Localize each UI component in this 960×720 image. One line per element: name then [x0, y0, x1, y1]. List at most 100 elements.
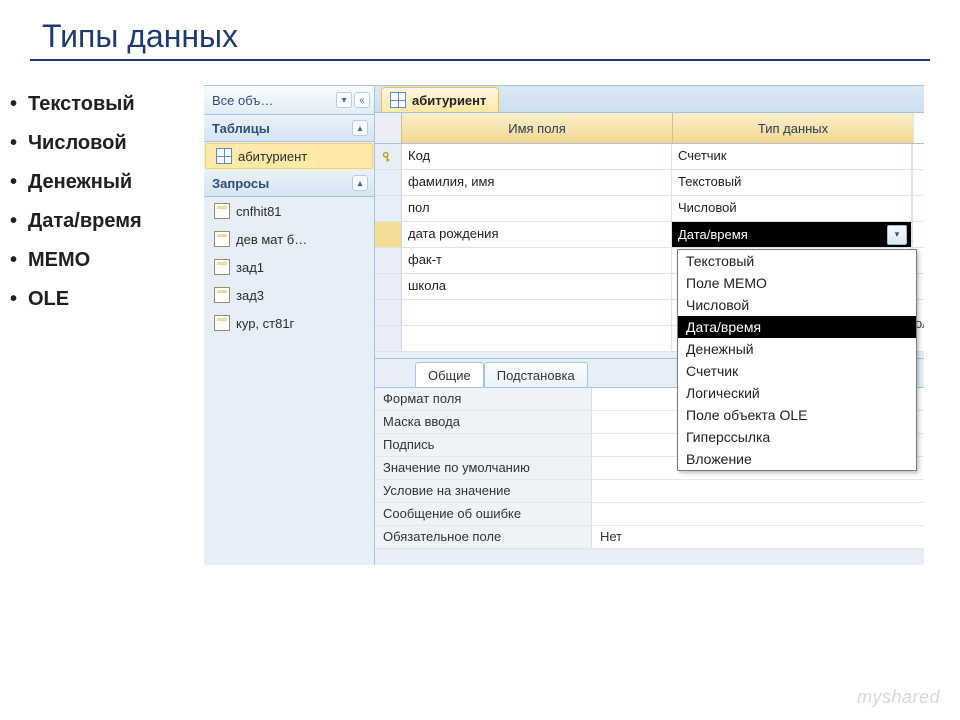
chevron-up-icon[interactable]: ▴	[352, 175, 368, 191]
nav-query-label: зад3	[236, 288, 264, 303]
row-gutter-header	[375, 113, 402, 143]
query-icon	[214, 203, 230, 219]
property-label: Условие на значение	[375, 480, 592, 502]
bullet-item: Дата/время	[28, 202, 204, 241]
property-label: Маска ввода	[375, 411, 592, 433]
property-value[interactable]	[592, 503, 924, 525]
title-divider	[30, 59, 930, 61]
bullet-item: Числовой	[28, 124, 204, 163]
primary-key-icon	[382, 151, 394, 163]
table-icon	[390, 92, 406, 108]
field-name-cell[interactable]: школа	[402, 274, 672, 299]
field-row[interactable]: пол Числовой	[375, 196, 924, 222]
nav-category-selector[interactable]: Все объ… ▾ «	[204, 86, 374, 115]
nav-category-label: Все объ…	[212, 93, 334, 108]
data-type-cell[interactable]: Числовой	[672, 196, 912, 221]
dropdown-item[interactable]: Логический	[678, 382, 916, 404]
row-selector[interactable]	[375, 222, 402, 247]
dropdown-item[interactable]: Текстовый	[678, 250, 916, 272]
query-icon	[214, 231, 230, 247]
dropdown-button[interactable]: ▾	[887, 225, 907, 245]
row-selector[interactable]	[375, 170, 402, 195]
row-selector[interactable]	[375, 300, 402, 325]
bullet-item: Денежный	[28, 163, 204, 202]
slide-title: Типы данных	[0, 0, 960, 59]
watermark: myshared	[857, 687, 940, 708]
bullet-item: MEMO	[28, 241, 204, 280]
row-selector[interactable]	[375, 196, 402, 221]
dropdown-item-selected[interactable]: Дата/время	[678, 316, 916, 338]
property-label: Обязательное поле	[375, 526, 592, 548]
dropdown-item[interactable]: Счетчик	[678, 360, 916, 382]
table-icon	[216, 148, 232, 164]
field-name-cell[interactable]	[402, 300, 672, 325]
dropdown-item[interactable]: Поле МЕМО	[678, 272, 916, 294]
field-row[interactable]: фамилия, имя Текстовый	[375, 170, 924, 196]
property-value[interactable]: Нет	[592, 526, 924, 548]
nav-query-label: дев мат б…	[236, 232, 307, 247]
nav-query-item[interactable]: зад3	[204, 281, 374, 309]
property-label: Сообщение об ошибке	[375, 503, 592, 525]
dropdown-item[interactable]: Вложение	[678, 448, 916, 470]
field-name-cell[interactable]: пол	[402, 196, 672, 221]
navigation-pane: Все объ… ▾ « Таблицы ▴ абитуриент Запрос…	[204, 86, 375, 565]
property-value[interactable]	[592, 480, 924, 502]
data-type-cell[interactable]: Текстовый	[672, 170, 912, 195]
data-type-selected-value: Дата/время	[678, 227, 748, 242]
bullet-item: OLE	[28, 280, 204, 319]
dropdown-item[interactable]: Числовой	[678, 294, 916, 316]
bullet-list: Текстовый Числовой Денежный Дата/время M…	[0, 85, 204, 319]
document-tab[interactable]: абитуриент	[381, 87, 499, 112]
property-tab-general[interactable]: Общие	[415, 362, 484, 387]
property-label: Формат поля	[375, 388, 592, 410]
field-name-cell[interactable]: дата рождения	[402, 222, 672, 247]
nav-table-item[interactable]: абитуриент	[205, 143, 373, 169]
nav-query-label: кур, ст81г	[236, 316, 294, 331]
property-label: Подпись	[375, 434, 592, 456]
nav-query-item[interactable]: зад1	[204, 253, 374, 281]
nav-query-label: зад1	[236, 260, 264, 275]
data-type-cell[interactable]: Дата/время ▾	[672, 222, 912, 247]
nav-query-item[interactable]: дев мат б…	[204, 225, 374, 253]
field-row-selected[interactable]: дата рождения Дата/время ▾	[375, 222, 924, 248]
column-header-field-name[interactable]: Имя поля	[402, 113, 673, 143]
property-row[interactable]: Сообщение об ошибке	[375, 503, 924, 526]
property-label: Значение по умолчанию	[375, 457, 592, 479]
field-name-cell[interactable]: фак-т	[402, 248, 672, 273]
row-selector[interactable]	[375, 274, 402, 299]
query-icon	[214, 287, 230, 303]
nav-section-tables[interactable]: Таблицы ▴	[204, 115, 374, 142]
dropdown-item[interactable]: Денежный	[678, 338, 916, 360]
row-selector[interactable]	[375, 144, 402, 169]
nav-query-item[interactable]: кур, ст81г	[204, 309, 374, 337]
field-name-cell[interactable]	[402, 326, 672, 351]
column-header-data-type[interactable]: Тип данных	[673, 113, 913, 143]
dropdown-item[interactable]: Поле объекта OLE	[678, 404, 916, 426]
dropdown-item[interactable]: Гиперссылка	[678, 426, 916, 448]
chevron-down-icon[interactable]: ▾	[336, 92, 352, 108]
chevron-up-icon[interactable]: ▴	[352, 120, 368, 136]
collapse-pane-icon[interactable]: «	[354, 92, 370, 108]
field-name-cell[interactable]: Код	[402, 144, 672, 169]
query-icon	[214, 259, 230, 275]
query-icon	[214, 315, 230, 331]
document-tab-row: абитуриент	[375, 86, 924, 113]
property-row[interactable]: Обязательное поле Нет	[375, 526, 924, 549]
document-tab-label: абитуриент	[412, 93, 486, 108]
nav-section-queries[interactable]: Запросы ▴	[204, 170, 374, 197]
nav-table-label: абитуриент	[238, 149, 307, 164]
property-tab-lookup[interactable]: Подстановка	[484, 362, 588, 387]
access-screenshot: Все объ… ▾ « Таблицы ▴ абитуриент Запрос…	[204, 85, 924, 565]
nav-section-queries-label: Запросы	[212, 176, 269, 191]
column-label-fragment: оля	[915, 316, 937, 331]
field-row[interactable]: Код Счетчик	[375, 144, 924, 170]
property-row[interactable]: Условие на значение	[375, 480, 924, 503]
row-selector[interactable]	[375, 248, 402, 273]
data-type-cell[interactable]: Счетчик	[672, 144, 912, 169]
nav-query-item[interactable]: cnfhit81	[204, 197, 374, 225]
bullet-item: Текстовый	[28, 85, 204, 124]
data-type-dropdown[interactable]: Текстовый Поле МЕМО Числовой Дата/время …	[677, 249, 917, 471]
field-name-cell[interactable]: фамилия, имя	[402, 170, 672, 195]
design-view: абитуриент Имя поля Тип данных	[375, 86, 924, 565]
row-selector[interactable]	[375, 326, 402, 351]
